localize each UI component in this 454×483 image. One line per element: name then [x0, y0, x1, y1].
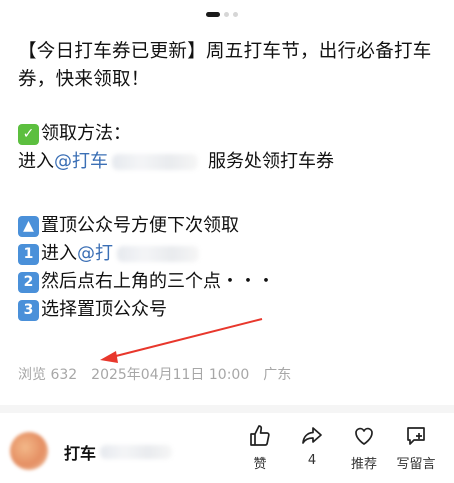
share-button[interactable]: 4	[286, 424, 338, 472]
check-mark-icon: ✓	[18, 123, 39, 145]
method-suffix: 服务处领打车券	[208, 151, 334, 172]
method-line: 进入 @打车 服务处领打车券	[18, 148, 448, 176]
step-1-prefix: 进入	[41, 243, 77, 264]
keycap-2-icon: 2	[18, 271, 39, 293]
annotation-arrow-head	[100, 351, 118, 363]
step-3-text: 选择置顶公众号	[41, 299, 167, 320]
comment-label: 写留言	[396, 457, 436, 472]
method-prefix: 进入	[18, 151, 54, 172]
share-arrow-icon	[302, 427, 322, 444]
article-title: 【今日打车券已更新】周五打车节，出行必备打车券，快来领取！	[18, 41, 432, 90]
step-2: 2 然后点右上角的三个点・・・	[18, 268, 448, 296]
page-indicator-dot-active	[206, 12, 220, 17]
method-heading: ✓ 领取方法：	[18, 120, 448, 148]
like-button[interactable]: 赞	[234, 424, 286, 472]
recommend-button[interactable]: 推荐	[338, 424, 390, 472]
heart-icon	[355, 427, 373, 445]
view-count: 浏览 632	[18, 367, 78, 383]
comment-button[interactable]: 写留言	[390, 424, 442, 472]
keycap-3-icon: 3	[18, 299, 39, 321]
redacted-name	[112, 154, 198, 170]
step-2-text: 然后点右上角的三个点・・・	[41, 271, 275, 292]
step-pin-text: 置顶公众号方便下次领取	[41, 215, 239, 236]
redacted-name	[117, 246, 199, 262]
like-label: 赞	[253, 457, 267, 472]
up-arrow-icon: ▲	[18, 215, 39, 237]
share-count: 4	[307, 453, 317, 468]
page-indicator-dot	[224, 12, 229, 17]
author-name[interactable]: 打车	[64, 440, 176, 464]
step-pin: ▲ 置顶公众号方便下次领取	[18, 212, 448, 240]
action-bar: 赞 4 推荐 写留言	[234, 424, 442, 472]
thumbs-up-icon	[250, 425, 270, 446]
account-mention-link[interactable]: @打	[77, 240, 113, 268]
page-indicator	[206, 12, 238, 17]
article-meta: 浏览 632 2025年04月11日 10:00 广东	[18, 364, 291, 384]
author-avatar[interactable]	[10, 432, 48, 470]
redacted-name	[100, 445, 173, 459]
bottom-bar: 打车 赞 4 推荐 写留言	[0, 418, 454, 483]
article-body: 【今日打车券已更新】周五打车节，出行必备打车券，快来领取！ ✓ 领取方法： 进入…	[18, 38, 448, 324]
publish-datetime: 2025年04月11日 10:00	[91, 367, 250, 383]
publish-location: 广东	[263, 367, 292, 383]
account-mention-link[interactable]: @打车	[54, 148, 108, 176]
keycap-1-icon: 1	[18, 243, 39, 265]
author-name-text: 打车	[64, 444, 97, 463]
recommend-label: 推荐	[350, 457, 377, 472]
method-label: 领取方法：	[41, 123, 131, 144]
annotation-arrow-line	[111, 318, 263, 358]
step-3: 3 选择置顶公众号	[18, 296, 448, 324]
section-divider	[0, 405, 454, 413]
write-comment-icon	[407, 427, 425, 445]
page-indicator-dot	[233, 12, 238, 17]
step-1: 1 进入 @打	[18, 240, 448, 268]
